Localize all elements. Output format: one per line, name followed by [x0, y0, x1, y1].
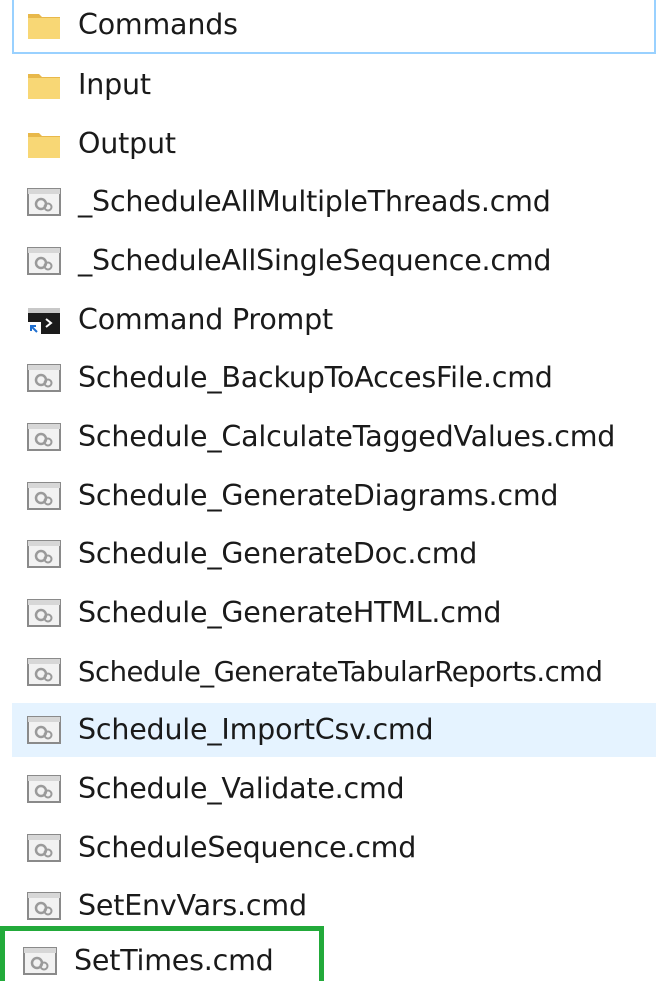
cmd-file-icon: [24, 358, 64, 398]
file-list: Commands Input Output _ScheduleAllMultip…: [0, 0, 656, 981]
file-row-settimes-highlighted[interactable]: SetTimes.cmd: [0, 926, 324, 981]
file-row-hovered[interactable]: Schedule_ImportCsv.cmd: [12, 703, 656, 757]
file-name: Output: [78, 127, 176, 160]
file-name: Command Prompt: [78, 303, 333, 336]
file-row[interactable]: Schedule_GenerateDoc.cmd: [12, 530, 656, 578]
cmd-file-icon: [24, 182, 64, 222]
file-row[interactable]: Schedule_GenerateDiagrams.cmd: [12, 472, 656, 520]
cmd-file-icon: [24, 417, 64, 457]
file-row-command-prompt[interactable]: Command Prompt: [12, 296, 656, 344]
cmd-file-icon: [24, 476, 64, 516]
cmd-file-icon: [24, 886, 64, 926]
cmd-file-icon: [24, 652, 64, 692]
folder-icon: [24, 124, 64, 164]
file-row[interactable]: _ScheduleAllMultipleThreads.cmd: [12, 178, 656, 226]
file-row[interactable]: Schedule_GenerateTabularReports.cmd: [12, 648, 656, 696]
cmd-file-icon: [24, 534, 64, 574]
file-row[interactable]: Schedule_GenerateHTML.cmd: [12, 589, 656, 637]
file-row-commands[interactable]: Commands: [12, 0, 656, 54]
file-row-input[interactable]: Input: [12, 61, 656, 109]
cmd-file-icon: [24, 710, 64, 750]
file-name: Input: [78, 68, 151, 101]
file-row[interactable]: _ScheduleAllSingleSequence.cmd: [12, 237, 656, 285]
cmd-file-icon: [24, 828, 64, 868]
file-name: Schedule_GenerateTabularReports.cmd: [78, 656, 603, 688]
cmd-file-icon: [24, 241, 64, 281]
file-name: Schedule_GenerateHTML.cmd: [78, 596, 502, 629]
file-name: Commands: [78, 8, 238, 41]
file-name: SetEnvVars.cmd: [78, 889, 307, 922]
file-row[interactable]: ScheduleSequence.cmd: [12, 824, 656, 872]
file-row[interactable]: Schedule_Validate.cmd: [12, 765, 656, 813]
file-name: Schedule_ImportCsv.cmd: [78, 713, 434, 746]
folder-icon: [24, 5, 64, 45]
file-name: Schedule_GenerateDiagrams.cmd: [78, 479, 559, 512]
file-name: ScheduleSequence.cmd: [78, 831, 417, 864]
command-prompt-shortcut-icon: [24, 300, 64, 340]
file-name: _ScheduleAllMultipleThreads.cmd: [78, 185, 551, 218]
file-name: Schedule_BackupToAccesFile.cmd: [78, 361, 553, 394]
file-name: _ScheduleAllSingleSequence.cmd: [78, 244, 552, 277]
cmd-file-icon: [24, 593, 64, 633]
cmd-file-icon: [20, 941, 60, 981]
folder-icon: [24, 65, 64, 105]
file-name: Schedule_CalculateTaggedValues.cmd: [78, 420, 616, 453]
file-row[interactable]: SetEnvVars.cmd: [12, 882, 656, 930]
cmd-file-icon: [24, 769, 64, 809]
file-name: Schedule_GenerateDoc.cmd: [78, 537, 478, 570]
file-row[interactable]: Schedule_CalculateTaggedValues.cmd: [12, 413, 656, 461]
file-row-output[interactable]: Output: [12, 120, 656, 168]
file-name: Schedule_Validate.cmd: [78, 772, 405, 805]
file-row[interactable]: Schedule_BackupToAccesFile.cmd: [12, 354, 656, 402]
file-name: SetTimes.cmd: [74, 944, 274, 977]
